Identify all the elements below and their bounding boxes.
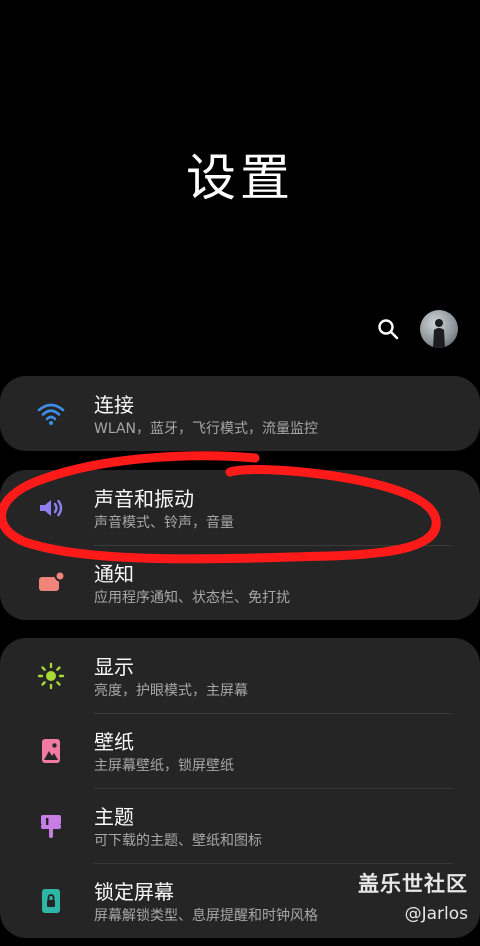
settings-item-subtitle: 亮度，护眼模式，主屏幕 xyxy=(94,683,248,699)
header-actions xyxy=(370,310,458,348)
watermark-user: @Jarlos xyxy=(404,904,468,924)
settings-card-connections: 连接 WLAN，蓝牙，飞行模式，流量监控 xyxy=(0,376,480,451)
settings-item-subtitle: 屏幕解锁类型、息屏提醒和时钟风格 xyxy=(94,908,318,924)
wifi-icon xyxy=(37,400,65,428)
settings-item-title: 锁定屏幕 xyxy=(94,880,174,904)
settings-item-wallpaper[interactable]: 壁纸 主屏幕壁纸，锁屏壁纸 xyxy=(0,713,480,788)
avatar[interactable] xyxy=(420,310,458,348)
settings-item-subtitle: 声音模式、铃声，音量 xyxy=(94,515,234,531)
lock-icon xyxy=(37,887,65,915)
settings-item-title: 声音和振动 xyxy=(94,487,194,511)
settings-item-subtitle: 主屏幕壁纸，锁屏壁纸 xyxy=(94,758,234,774)
theme-brush-icon xyxy=(37,812,65,840)
settings-item-subtitle: 应用程序通知、状态栏、免打扰 xyxy=(94,590,290,606)
settings-item-subtitle: WLAN，蓝牙，飞行模式，流量监控 xyxy=(94,421,319,437)
settings-item-title: 壁纸 xyxy=(94,730,134,754)
settings-item-sound-vibration[interactable]: 声音和振动 声音模式、铃声，音量 xyxy=(0,470,480,545)
settings-item-title: 连接 xyxy=(94,393,134,417)
search-button[interactable] xyxy=(370,311,406,347)
settings-item-title: 主题 xyxy=(94,805,134,829)
watermark: 盖乐世社区 @Jarlos xyxy=(358,868,468,924)
page-title: 设置 xyxy=(186,149,294,207)
avatar-person-silhouette xyxy=(433,319,445,348)
settings-item-title: 通知 xyxy=(94,562,134,586)
settings-item-notifications[interactable]: 通知 应用程序通知、状态栏、免打扰 xyxy=(0,545,480,620)
search-icon xyxy=(378,319,399,340)
settings-item-display[interactable]: 显示 亮度，护眼模式，主屏幕 xyxy=(0,638,480,713)
settings-card-sound-notifications: 声音和振动 声音模式、铃声，音量 通知 应用程序通知、状态栏、免打扰 xyxy=(0,470,480,620)
volume-icon xyxy=(37,494,65,522)
settings-item-subtitle: 可下载的主题、壁纸和图标 xyxy=(94,833,262,849)
brightness-icon xyxy=(37,662,65,690)
settings-item-title: 显示 xyxy=(94,655,134,679)
settings-item-themes[interactable]: 主题 可下载的主题、壁纸和图标 xyxy=(0,788,480,863)
wallpaper-icon xyxy=(37,737,65,765)
settings-item-connections[interactable]: 连接 WLAN，蓝牙，飞行模式，流量监控 xyxy=(0,376,480,451)
notification-icon xyxy=(37,569,65,597)
watermark-brand: 盖乐世社区 xyxy=(358,872,468,896)
